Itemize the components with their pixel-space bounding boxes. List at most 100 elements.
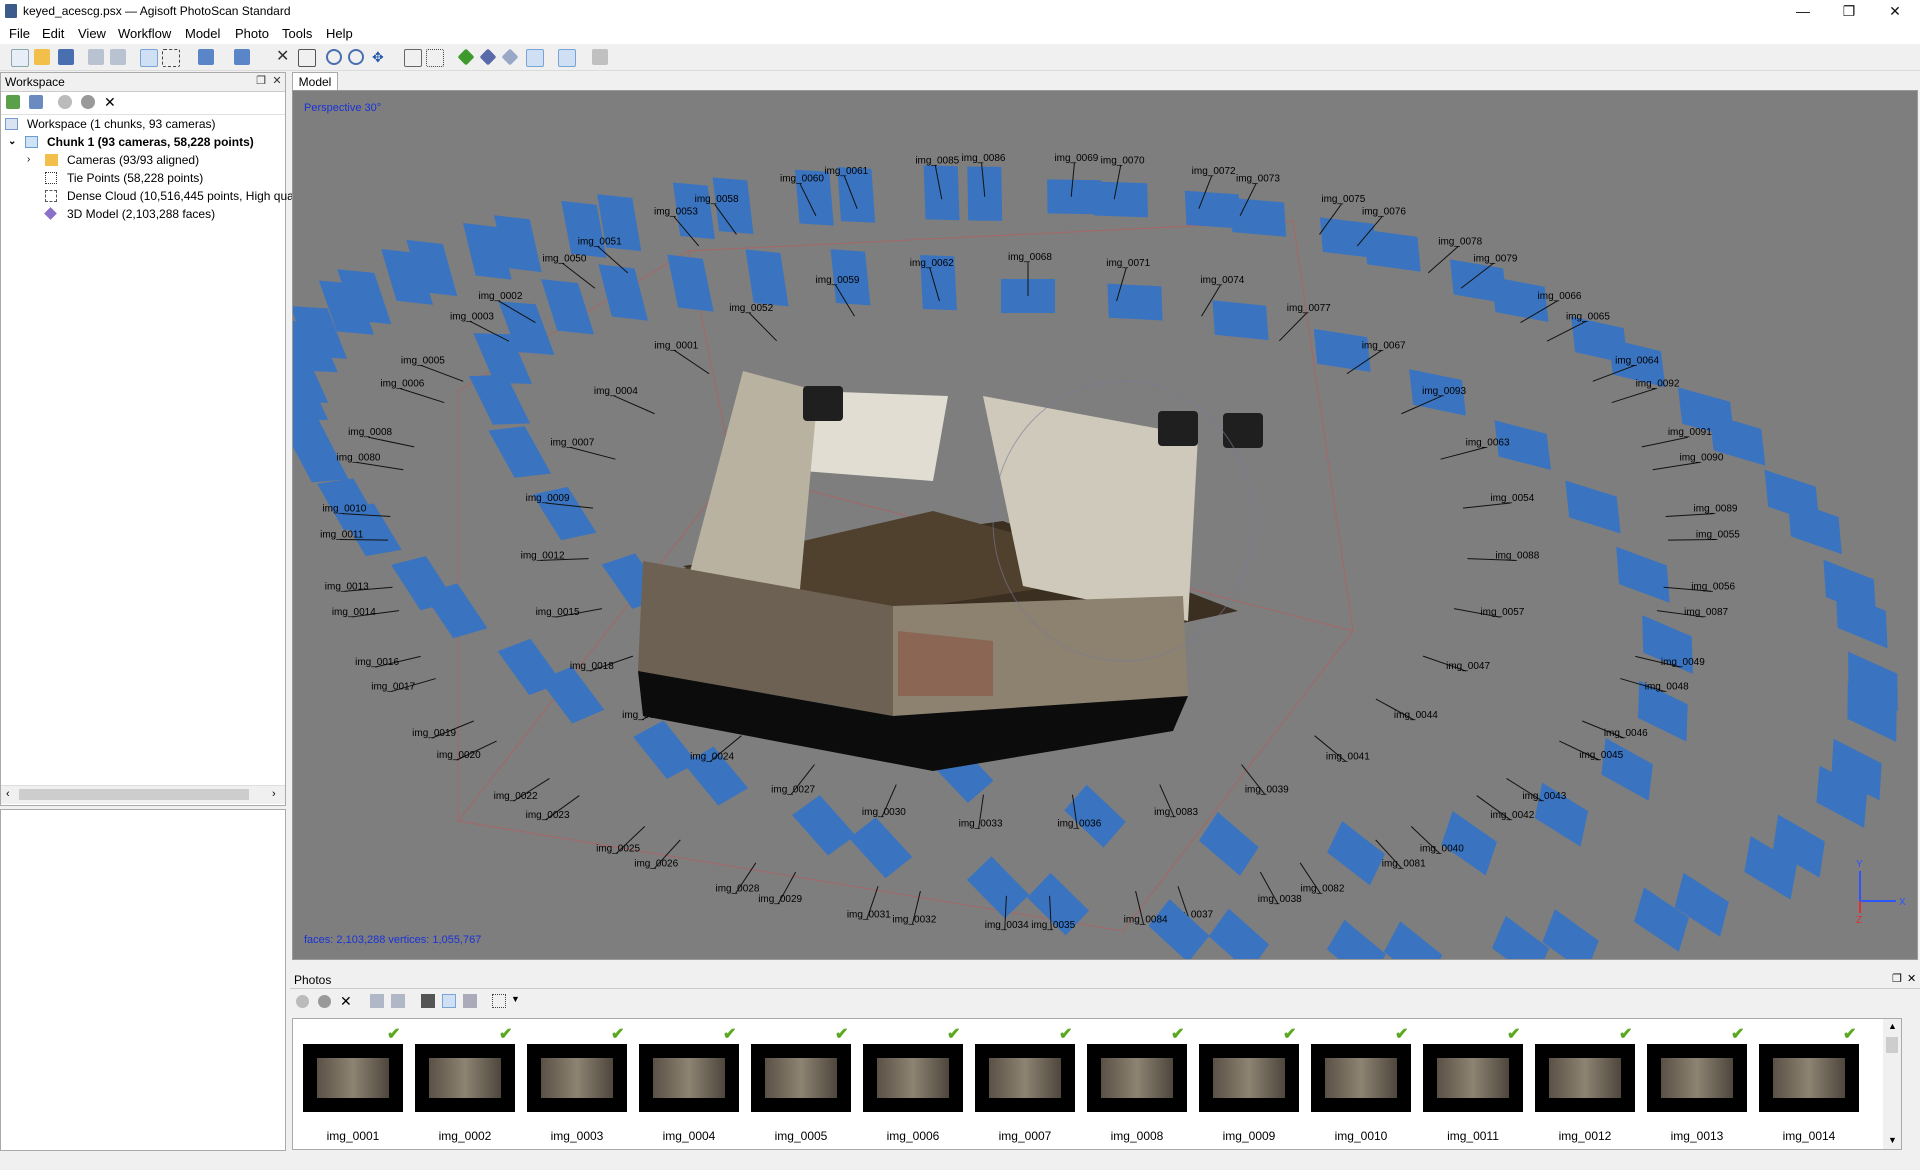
camera-label[interactable]: img_0010	[322, 504, 366, 515]
camera-plane[interactable]	[1616, 546, 1670, 603]
camera-label[interactable]: img_0057	[1480, 607, 1524, 618]
camera-label[interactable]: img_0053	[654, 207, 698, 218]
camera-plane[interactable]	[1230, 197, 1287, 237]
camera-label[interactable]: img_0042	[1490, 810, 1534, 821]
camera-label[interactable]: img_0055	[1696, 530, 1740, 541]
camera-label[interactable]: img_0039	[1245, 784, 1289, 795]
camera-plane[interactable]	[667, 254, 714, 312]
camera-label[interactable]: img_0079	[1474, 253, 1518, 264]
menu-file[interactable]: File	[9, 26, 30, 41]
camera-label[interactable]: img_0056	[1691, 581, 1735, 592]
camera-label[interactable]: img_0015	[536, 607, 580, 618]
camera-plane[interactable]	[1064, 784, 1126, 848]
camera-plane[interactable]	[1383, 921, 1443, 960]
photo-thumbnail[interactable]	[1759, 1044, 1859, 1112]
camera-label[interactable]: img_0038	[1258, 894, 1302, 905]
camera-label[interactable]: img_0016	[355, 657, 399, 668]
camera-label[interactable]: img_0035	[1031, 920, 1075, 931]
camera-plane[interactable]	[541, 279, 595, 335]
camera-label[interactable]: img_0012	[521, 550, 565, 561]
photo-thumbnail[interactable]	[1535, 1044, 1635, 1112]
camera-label[interactable]: img_0076	[1362, 207, 1406, 218]
photo-thumbnail[interactable]	[863, 1044, 963, 1112]
camera-label[interactable]: img_0077	[1287, 303, 1331, 314]
camera-label[interactable]: img_0022	[494, 791, 538, 802]
camera-label[interactable]: img_0085	[915, 156, 959, 167]
menu-workflow[interactable]: Workflow	[118, 26, 171, 41]
view-mode-dropdown-icon[interactable]: ▼	[511, 994, 520, 1004]
enable-camera-icon[interactable]	[296, 995, 309, 1008]
camera-label[interactable]: img_0082	[1301, 884, 1345, 895]
photo-label[interactable]: img_0007	[975, 1129, 1075, 1143]
reset-view-icon[interactable]	[404, 49, 422, 67]
scroll-up-icon[interactable]: ▲	[1888, 1021, 1897, 1031]
camera-plane[interactable]	[1492, 915, 1550, 960]
camera-label[interactable]: img_0068	[1008, 252, 1052, 263]
camera-label[interactable]: img_0049	[1661, 657, 1705, 668]
menu-model[interactable]: Model	[185, 26, 220, 41]
scroll-left-icon[interactable]: ‹	[6, 788, 10, 800]
camera-label[interactable]: img_0062	[910, 258, 954, 269]
camera-label[interactable]: img_0032	[892, 915, 936, 926]
expand-icon[interactable]: ›	[27, 151, 30, 169]
horizontal-scrollbar[interactable]: ‹ ›	[1, 785, 285, 804]
photo-label[interactable]: img_0014	[1759, 1129, 1859, 1143]
camera-plane[interactable]	[1198, 811, 1259, 876]
filter-icon[interactable]	[421, 994, 435, 1008]
camera-plane[interactable]	[849, 817, 913, 879]
camera-plane[interactable]	[1208, 908, 1270, 960]
disable-icon[interactable]	[81, 95, 95, 109]
camera-label[interactable]: img_0074	[1200, 275, 1244, 286]
rotate-left-icon[interactable]	[370, 994, 384, 1008]
restore-button[interactable]: ❐	[1826, 0, 1872, 22]
scroll-thumb-vertical[interactable]	[1886, 1037, 1898, 1053]
menu-photo[interactable]: Photo	[235, 26, 269, 41]
photo-thumbnail[interactable]	[1199, 1044, 1299, 1112]
photo-label[interactable]: img_0012	[1535, 1129, 1635, 1143]
rotate-object-icon[interactable]	[234, 49, 250, 65]
tree-item-dense-cloud[interactable]: Dense Cloud (10,516,445 points, High qua	[25, 187, 294, 205]
move-view-icon[interactable]: ✥	[372, 49, 388, 65]
camera-label[interactable]: img_0004	[594, 386, 638, 397]
scroll-down-icon[interactable]: ▼	[1888, 1135, 1897, 1145]
camera-plane[interactable]	[1542, 909, 1599, 960]
show-mask-icon[interactable]	[463, 994, 477, 1008]
camera-label[interactable]: img_0043	[1522, 791, 1566, 802]
camera-label[interactable]: img_0059	[816, 275, 860, 286]
tree-chunk[interactable]: ⌄ Chunk 1 (93 cameras, 58,228 points)	[5, 133, 254, 151]
camera-label[interactable]: img_0089	[1694, 504, 1738, 515]
crop-selection-icon[interactable]	[298, 49, 316, 67]
camera-label[interactable]: img_0047	[1446, 661, 1490, 672]
camera-label[interactable]: img_0087	[1684, 607, 1728, 618]
solid-model-icon[interactable]	[479, 48, 497, 66]
remove-camera-icon[interactable]: ✕	[340, 993, 352, 1010]
camera-label[interactable]: img_0041	[1326, 751, 1370, 762]
vertical-scrollbar[interactable]: ▲ ▼	[1883, 1019, 1901, 1149]
camera-label[interactable]: img_0020	[437, 750, 481, 761]
camera-label[interactable]: img_0054	[1490, 493, 1534, 504]
enable-icon[interactable]	[58, 95, 72, 109]
camera-plane[interactable]	[792, 795, 856, 856]
camera-label[interactable]: img_0066	[1538, 291, 1582, 302]
camera-label[interactable]: img_0080	[337, 452, 381, 463]
camera-label[interactable]: img_0006	[380, 379, 424, 390]
photo-label[interactable]: img_0011	[1423, 1129, 1523, 1143]
camera-label[interactable]: img_0083	[1154, 807, 1198, 818]
view-mode-icon[interactable]	[558, 49, 576, 67]
camera-plane[interactable]	[1565, 480, 1621, 534]
photo-thumbnail[interactable]	[751, 1044, 851, 1112]
camera-label[interactable]: img_0081	[1382, 858, 1426, 869]
scroll-thumb[interactable]	[19, 789, 249, 800]
camera-plane[interactable]	[391, 556, 456, 611]
camera-label[interactable]: img_0046	[1604, 728, 1648, 739]
remove-items-icon[interactable]: ✕	[104, 94, 116, 111]
disable-camera-icon[interactable]	[318, 995, 331, 1008]
redo-icon[interactable]	[110, 49, 126, 65]
camera-label[interactable]: img_0064	[1615, 355, 1659, 366]
building-model[interactable]	[638, 371, 1263, 771]
menu-view[interactable]: View	[78, 26, 106, 41]
camera-label[interactable]: img_0028	[715, 884, 759, 895]
reset-filter-icon[interactable]	[442, 994, 456, 1008]
camera-label[interactable]: img_0036	[1057, 819, 1101, 830]
camera-label[interactable]: img_0033	[959, 819, 1003, 830]
